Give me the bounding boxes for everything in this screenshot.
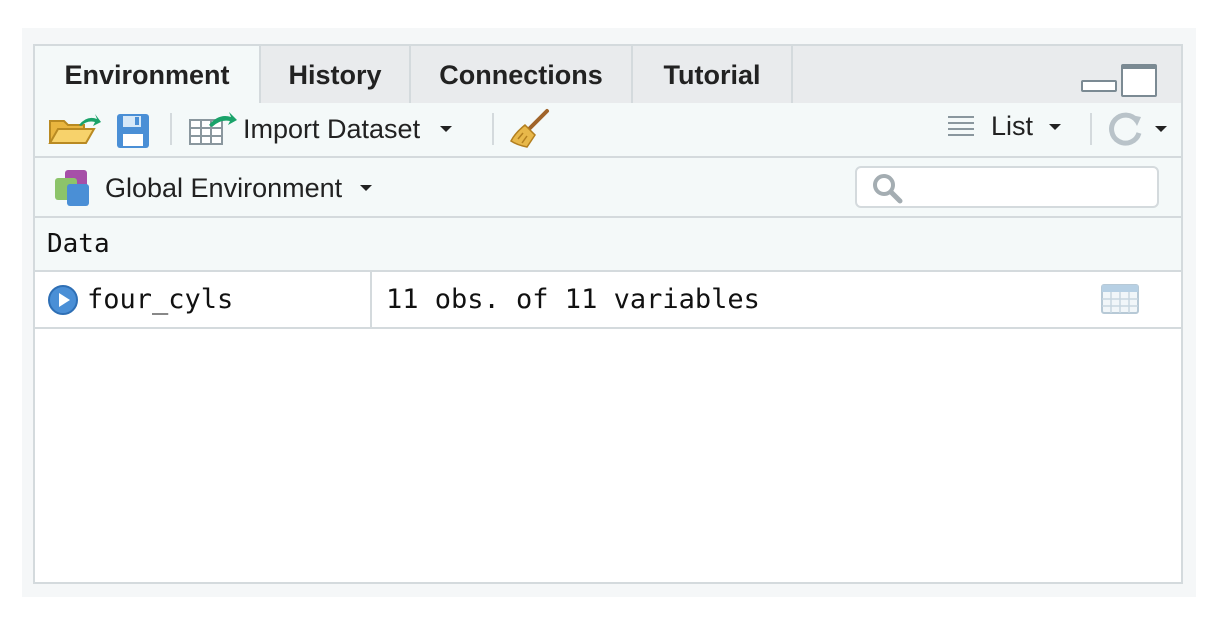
broom-icon (510, 109, 549, 148)
folder-open-icon (48, 114, 101, 144)
refresh-icon (1109, 112, 1142, 146)
chevron-down-icon (360, 185, 373, 191)
import-table-icon (189, 112, 237, 145)
tab-label: Connections (439, 59, 603, 90)
environment-selector[interactable]: Global Environment (53, 168, 373, 208)
chevron-down-icon (1049, 123, 1062, 130)
variable-name: four_cyls (87, 284, 234, 315)
chevron-down-icon (440, 126, 453, 132)
search-field[interactable] (855, 166, 1159, 208)
view-mode-dropdown[interactable]: List (947, 111, 1062, 142)
refresh-button[interactable] (1105, 109, 1167, 149)
load-workspace-button[interactable] (47, 111, 101, 149)
import-dataset-label: Import Dataset (243, 113, 421, 144)
view-mode-label: List (991, 111, 1034, 141)
table-row[interactable]: four_cyls 11 obs. of 11 variables (35, 272, 1181, 329)
clear-workspace-button[interactable] (509, 107, 553, 151)
toolbar-separator (170, 113, 172, 145)
maximize-icon[interactable] (1121, 64, 1157, 97)
expand-icon[interactable] (47, 284, 79, 316)
section-title: Data (47, 229, 110, 259)
chevron-down-icon (1155, 126, 1167, 132)
tab-history[interactable]: History (261, 46, 411, 104)
tab-label: History (288, 59, 382, 90)
environment-pane: Environment History Connections Tutorial (33, 44, 1183, 584)
data-section-header: Data (35, 218, 1181, 272)
tab-connections[interactable]: Connections (411, 46, 633, 104)
variable-value: 11 obs. of 11 variables (386, 284, 760, 315)
toolbar-separator (492, 113, 494, 145)
variable-value-cell: 11 obs. of 11 variables (372, 272, 1181, 327)
import-dataset-button[interactable]: Import Dataset (187, 111, 453, 147)
tab-label: Tutorial (663, 59, 761, 90)
tab-bar: Environment History Connections Tutorial (35, 46, 1181, 105)
toolbar-separator (1090, 113, 1092, 145)
list-icon (948, 115, 974, 136)
environment-label: Global Environment (105, 172, 343, 203)
save-workspace-button[interactable] (115, 112, 151, 150)
search-input[interactable] (909, 172, 1153, 204)
environment-icon (55, 170, 89, 206)
save-icon (117, 114, 149, 148)
variable-name-cell: four_cyls (35, 272, 372, 327)
tab-label: Environment (64, 60, 230, 90)
tab-tutorial[interactable]: Tutorial (633, 46, 793, 104)
table-view-icon[interactable] (1101, 284, 1139, 316)
environment-bar: Global Environment (35, 158, 1181, 218)
tab-environment[interactable]: Environment (35, 46, 261, 105)
minimize-icon[interactable] (1081, 80, 1117, 92)
search-icon (873, 174, 903, 204)
toolbar: Import Dataset List (35, 103, 1181, 158)
